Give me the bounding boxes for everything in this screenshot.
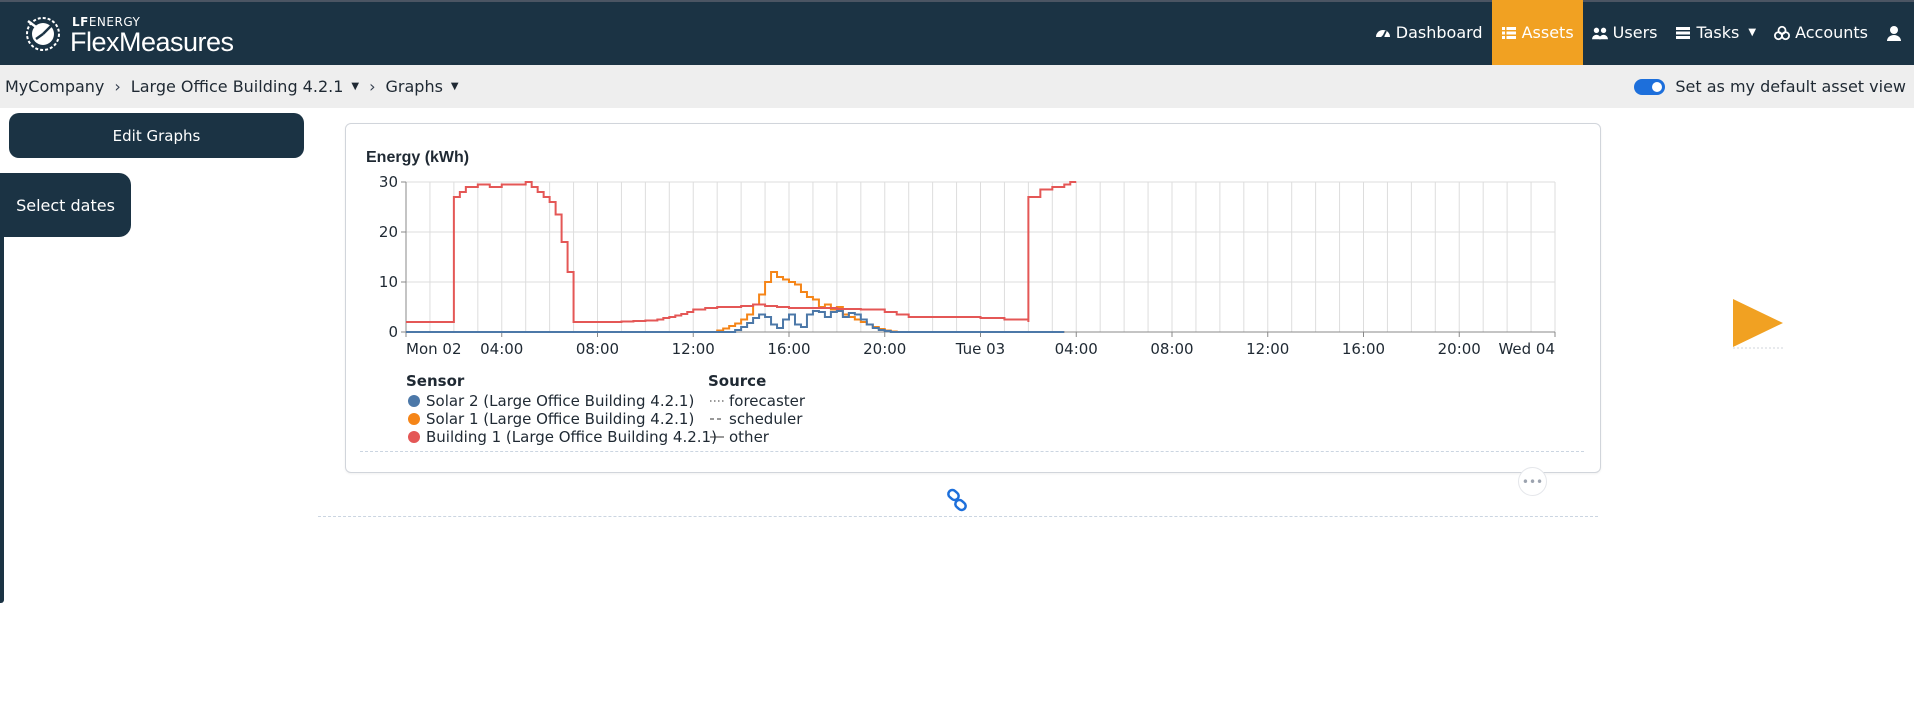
nav-accounts-label: Accounts — [1795, 23, 1868, 42]
y-tick-label: 0 — [388, 323, 398, 341]
default-view-label: Set as my default asset view — [1675, 77, 1906, 96]
x-tick-label: 08:00 — [1150, 340, 1193, 358]
legend-sensor-symbol — [408, 413, 420, 425]
users-icon — [1591, 27, 1608, 39]
x-tick-label: Mon 02 — [406, 340, 461, 358]
nav-dashboard[interactable]: Dashboard — [1366, 0, 1492, 65]
edit-graphs-label: Edit Graphs — [112, 126, 201, 145]
breadcrumb-separator-icon: › — [114, 77, 121, 96]
breadcrumb-account[interactable]: MyCompany — [5, 77, 104, 96]
y-tick-label: 30 — [379, 173, 398, 191]
legend-sensor-symbol — [408, 431, 420, 443]
breadcrumb-separator-icon: › — [369, 77, 376, 96]
nav-assets[interactable]: Assets — [1491, 0, 1583, 65]
brand-logo[interactable]: LFENERGY FlexMeasures — [22, 13, 242, 57]
nav-assets-label: Assets — [1521, 23, 1574, 42]
select-dates-button[interactable]: Select dates — [0, 173, 131, 237]
chart-actions-button[interactable]: ••• — [1518, 467, 1547, 496]
breadcrumb-page-label: Graphs — [385, 77, 443, 96]
sidebar-panel — [0, 173, 4, 603]
y-tick-label: 20 — [379, 223, 398, 241]
nav-user-menu[interactable] — [1877, 0, 1914, 65]
flexmeasures-logo-icon — [26, 17, 60, 51]
legend-sensor-label: Solar 2 (Large Office Building 4.2.1) — [426, 392, 694, 410]
breadcrumb-asset-dropdown[interactable]: Large Office Building 4.2.1 ▼ — [131, 77, 359, 96]
legend-sensor-label: Solar 1 (Large Office Building 4.2.1) — [426, 410, 694, 428]
nav-tasks[interactable]: Tasks ▼ — [1666, 0, 1765, 65]
user-icon — [1887, 25, 1901, 41]
breadcrumb-asset-label: Large Office Building 4.2.1 — [130, 77, 344, 96]
accounts-icon — [1774, 25, 1791, 40]
legend-sensor-title: Sensor — [406, 372, 465, 390]
energy-chart[interactable]: Energy (kWh) 0 10 20 30 Mon 02 04:00 08:00 12:0… — [346, 124, 1600, 472]
chart-card: Energy (kWh) 0 10 20 30 Mon 02 04:00 08:00 12:0… — [345, 123, 1601, 473]
series-line-2 — [406, 271, 1065, 333]
x-tick-label: 16:00 — [767, 340, 810, 358]
tasks-icon — [1676, 26, 1691, 39]
dashboard-icon — [1375, 29, 1390, 38]
legend-source-label: other — [729, 428, 770, 446]
nav-tasks-label: Tasks — [1696, 23, 1740, 42]
link-icon[interactable] — [945, 488, 969, 512]
legend-source-label: forecaster — [729, 392, 806, 410]
series-line-1 — [406, 310, 1065, 333]
x-tick-label: Tue 03 — [955, 340, 1005, 358]
breadcrumb-page-dropdown[interactable]: Graphs ▼ — [386, 77, 459, 96]
nav-users-label: Users — [1612, 23, 1658, 42]
breadcrumb: MyCompany › Large Office Building 4.2.1 ▼… — [0, 65, 1914, 108]
x-tick-label: 04:00 — [1055, 340, 1098, 358]
nav-users[interactable]: Users — [1583, 0, 1667, 65]
chart-title: Energy (kWh) — [366, 149, 469, 166]
nav-accounts[interactable]: Accounts — [1765, 0, 1877, 65]
chart-axes: 0 10 20 30 Mon 02 04:00 08:00 12:00 16:00 20:00 Tu… — [379, 173, 1556, 358]
x-tick-label: Wed 04 — [1498, 340, 1555, 358]
legend-source-title: Source — [708, 372, 766, 390]
nav-dashboard-label: Dashboard — [1395, 23, 1483, 42]
edit-graphs-button[interactable]: Edit Graphs — [9, 113, 304, 158]
chevron-down-icon: ▼ — [450, 81, 459, 92]
legend-source-label: scheduler — [729, 410, 803, 428]
main-nav: Dashboard Assets Users Tasks ▼ Accounts — [1366, 0, 1914, 65]
more-options-icon: ••• — [1521, 474, 1544, 489]
x-tick-label: 12:00 — [672, 340, 715, 358]
select-dates-label: Select dates — [16, 195, 115, 215]
legend-sensor-label: Building 1 (Large Office Building 4.2.1) — [426, 428, 717, 446]
default-view-setting: Set as my default asset view — [1634, 65, 1906, 108]
default-view-toggle[interactable] — [1634, 78, 1666, 95]
brand-name: FlexMeasures — [70, 27, 234, 57]
x-tick-label: 20:00 — [1438, 340, 1481, 358]
chevron-down-icon: ▼ — [351, 81, 360, 92]
chart-grid — [405, 181, 1556, 333]
y-tick-label: 10 — [379, 273, 398, 291]
legend-sensor-symbol — [408, 395, 420, 407]
x-tick-label: 12:00 — [1246, 340, 1289, 358]
x-tick-label: 16:00 — [1342, 340, 1385, 358]
play-icon[interactable] — [1731, 297, 1783, 349]
chart-legend: Sensor Source Solar 2 (Large Office Buil… — [406, 372, 806, 446]
list-icon — [1501, 26, 1516, 39]
breadcrumb-account-label: MyCompany — [5, 77, 105, 96]
x-tick-label: 04:00 — [480, 340, 523, 358]
section-divider — [318, 516, 1598, 517]
navbar: LFENERGY FlexMeasures Dashboard Assets U… — [0, 0, 1914, 65]
x-tick-label: 20:00 — [863, 340, 906, 358]
chevron-down-icon: ▼ — [1748, 27, 1757, 38]
legend-divider — [360, 451, 1584, 452]
x-tick-label: 08:00 — [576, 340, 619, 358]
